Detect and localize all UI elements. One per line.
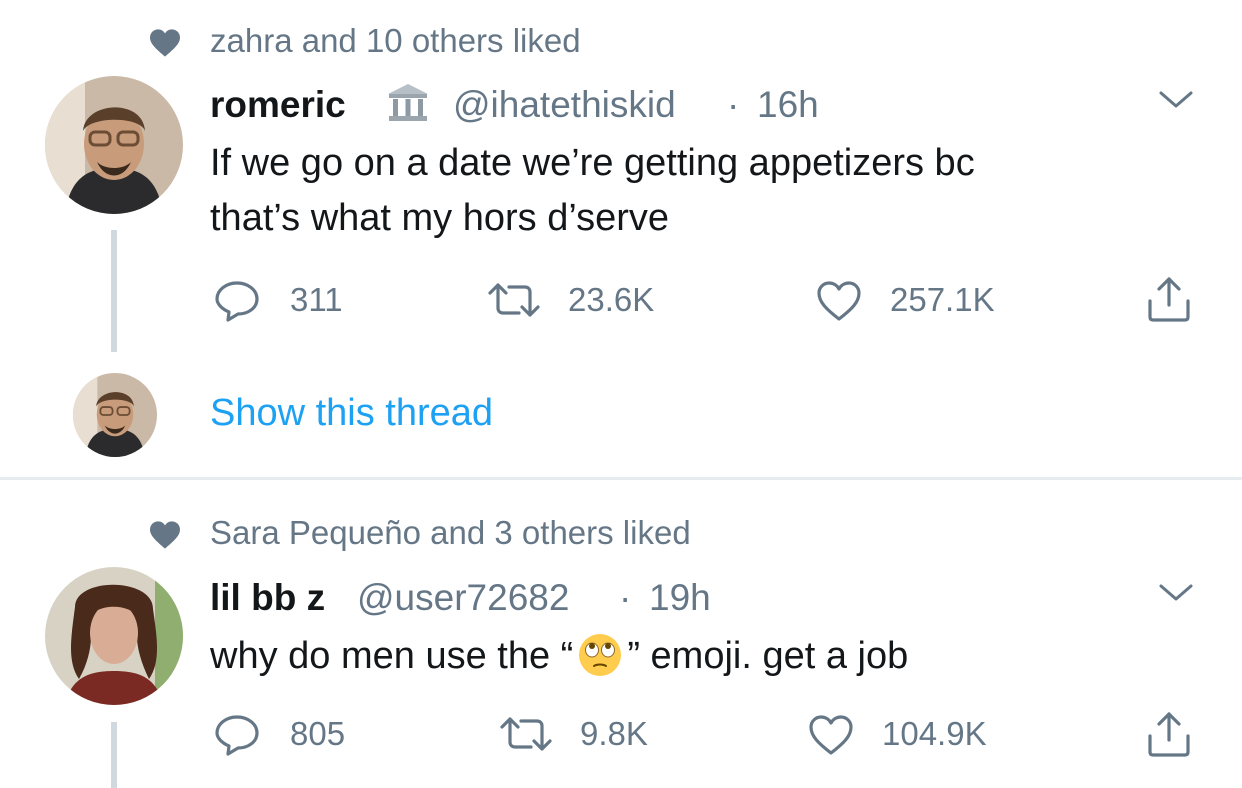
avatar-image (45, 567, 183, 705)
heart-filled-icon (150, 29, 180, 57)
meta-separator: · (619, 577, 632, 618)
retweet-icon[interactable] (486, 282, 542, 318)
display-name[interactable]: romeric (210, 84, 346, 126)
tweet-text-line-2: that’s what my hors d’serve (210, 197, 670, 239)
thread-avatar-image (73, 373, 157, 457)
like-count: 257.1K (890, 281, 995, 318)
tweet-time[interactable]: 16h (757, 84, 819, 126)
face-with-rolling-eyes-emoji (579, 634, 622, 676)
reply-icon[interactable] (214, 714, 260, 756)
display-name[interactable]: lil bb z (210, 577, 325, 619)
retweet-icon[interactable] (498, 716, 554, 752)
heart-icon[interactable] (816, 280, 862, 322)
chevron-down-icon[interactable] (1158, 580, 1194, 604)
tweet-text-after: ” emoji. get a job (627, 635, 909, 677)
reply-count: 805 (290, 715, 346, 752)
avatar-image (45, 76, 183, 214)
share-icon[interactable] (1146, 275, 1192, 323)
social-context[interactable]: Sara Pequeño and 3 others liked (210, 514, 691, 552)
heart-icon[interactable] (808, 714, 854, 756)
thread-connector (111, 722, 117, 788)
tweet-text-line-1: If we go on a date we’re getting appetiz… (210, 142, 975, 184)
tweet-text: why do men use the “ ” emoji. get a job (210, 628, 908, 684)
avatar[interactable] (45, 76, 183, 214)
tweet-handle[interactable]: @ihatethiskid (453, 84, 676, 126)
retweet-count: 23.6K (568, 281, 655, 318)
chevron-down-icon[interactable] (1158, 87, 1194, 111)
avatar[interactable] (45, 567, 183, 705)
tweet-handle[interactable]: @user72682 (357, 577, 569, 619)
like-count: 104.9K (882, 715, 987, 752)
social-context[interactable]: zahra and 10 others liked (210, 22, 581, 60)
classical-building-emoji (388, 84, 428, 121)
tweet-text-before: why do men use the “ (210, 635, 574, 677)
heart-filled-icon (150, 521, 180, 549)
tweet-time[interactable]: 19h (649, 577, 711, 619)
retweet-count: 9.8K (580, 715, 648, 752)
thread-avatar[interactable] (73, 373, 157, 457)
reply-icon[interactable] (214, 280, 260, 322)
share-icon[interactable] (1146, 710, 1192, 758)
thread-connector (111, 230, 117, 352)
meta-separator: · (727, 84, 740, 125)
show-thread-link[interactable]: Show this thread (210, 392, 493, 435)
reply-count: 311 (290, 281, 343, 318)
tweet-divider (0, 477, 1242, 480)
